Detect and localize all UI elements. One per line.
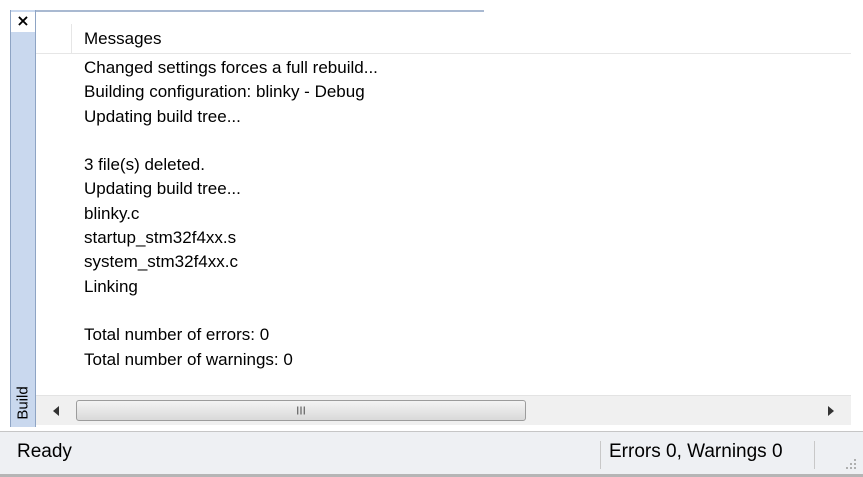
status-text: Ready [17, 441, 72, 462]
resize-grip-icon[interactable] [843, 456, 857, 470]
scroll-thumb-grip: III [296, 404, 306, 417]
messages-column-header[interactable]: Messages [84, 29, 161, 49]
build-tab-label: Build [14, 386, 32, 420]
message-line[interactable]: Building configuration: blinky - Debug [84, 80, 824, 104]
messages-list: Changed settings forces a full rebuild..… [84, 56, 824, 372]
errors-warnings-summary: Errors 0, Warnings 0 [609, 441, 783, 462]
message-line[interactable]: Linking [84, 275, 824, 299]
message-line[interactable]: Updating build tree... [84, 177, 824, 201]
status-divider [814, 441, 815, 469]
message-line[interactable] [84, 299, 824, 323]
message-line[interactable] [84, 129, 824, 153]
scroll-left-arrow-icon[interactable] [46, 396, 66, 426]
message-line[interactable]: Total number of warnings: 0 [84, 348, 824, 372]
message-line[interactable]: Changed settings forces a full rebuild..… [84, 56, 824, 80]
build-window: × Build Messages Changed settings forces… [0, 0, 863, 477]
panel-top-border [36, 10, 484, 12]
message-line[interactable]: Total number of errors: 0 [84, 323, 824, 347]
scroll-right-arrow-icon[interactable] [821, 396, 841, 426]
message-line[interactable]: 3 file(s) deleted. [84, 153, 824, 177]
message-line[interactable]: Updating build tree... [84, 105, 824, 129]
message-line[interactable]: blinky.c [84, 202, 824, 226]
close-icon[interactable]: × [11, 12, 35, 32]
status-divider [600, 441, 601, 469]
build-tab[interactable]: Build [11, 380, 35, 426]
horizontal-scrollbar[interactable]: III [36, 395, 851, 425]
message-line[interactable]: system_stm32f4xx.c [84, 250, 824, 274]
message-line[interactable]: startup_stm32f4xx.s [84, 226, 824, 250]
dock-side-strip [10, 10, 36, 427]
scroll-thumb[interactable]: III [76, 400, 526, 421]
header-gutter [36, 24, 72, 54]
